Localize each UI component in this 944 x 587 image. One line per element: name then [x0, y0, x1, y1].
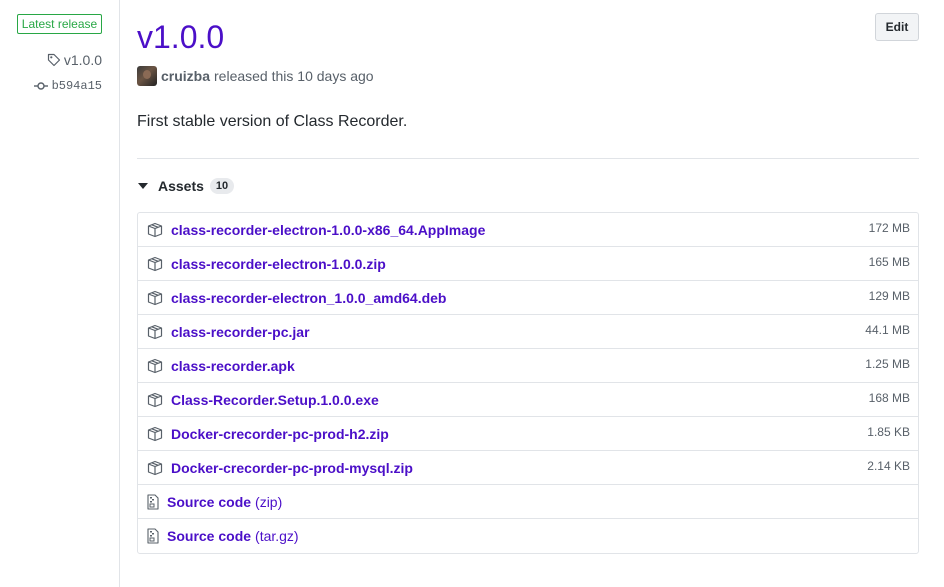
asset-row: class-recorder.apk 1.25 MB	[138, 349, 918, 383]
asset-size: 1.85 KB	[867, 424, 910, 439]
asset-download-link[interactable]: Class-Recorder.Setup.1.0.0.exe	[171, 392, 379, 408]
package-icon	[147, 222, 163, 237]
source-code-format: (tar.gz)	[255, 528, 299, 544]
release-commit-link[interactable]: b594a15	[33, 78, 102, 94]
asset-row: class-recorder-electron-1.0.0.zip 165 MB	[138, 247, 918, 281]
source-code-download-link[interactable]: Source code (zip)	[167, 494, 282, 510]
package-icon	[147, 392, 163, 407]
source-code-label: Source code	[167, 493, 252, 510]
author-link[interactable]: cruizba	[161, 68, 210, 84]
release-meta-column: Latest release v1.0.0 b594a15	[0, 0, 120, 587]
released-time-text: released this 10 days ago	[214, 68, 374, 84]
source-code-label: Source code	[167, 528, 252, 544]
package-icon	[147, 460, 163, 475]
source-code-download-link[interactable]: Source code (tar.gz)	[167, 528, 299, 544]
asset-row: class-recorder-electron-1.0.0-x86_64.App…	[138, 213, 918, 247]
tag-icon	[47, 53, 60, 67]
asset-size: 129 MB	[868, 288, 910, 303]
package-icon	[147, 358, 163, 373]
asset-size: 2.14 KB	[867, 458, 910, 473]
source-code-row: Source code (zip)	[138, 485, 918, 519]
package-icon	[147, 426, 163, 441]
asset-download-link[interactable]: Docker-crecorder-pc-prod-mysql.zip	[171, 460, 413, 476]
release-tag-link[interactable]: v1.0.0	[47, 51, 102, 69]
latest-release-badge: Latest release	[17, 14, 102, 34]
assets-list: class-recorder-electron-1.0.0-x86_64.App…	[137, 212, 919, 554]
edit-release-button[interactable]: Edit	[875, 13, 919, 41]
release-page: Latest release v1.0.0 b594a15 v1.0.0 Edi…	[0, 0, 944, 587]
source-code-format: (zip)	[255, 493, 283, 510]
asset-size: 1.25 MB	[865, 356, 910, 371]
asset-size: 168 MB	[868, 390, 910, 405]
release-tag-label: v1.0.0	[63, 52, 102, 68]
section-divider	[137, 158, 919, 159]
package-icon	[147, 256, 163, 271]
asset-row: Docker-crecorder-pc-prod-h2.zip 1.85 KB	[138, 417, 918, 451]
asset-download-link[interactable]: Docker-crecorder-pc-prod-h2.zip	[171, 426, 389, 442]
asset-download-link[interactable]: class-recorder-electron-1.0.0.zip	[171, 256, 386, 272]
release-commit-label: b594a15	[51, 79, 102, 93]
asset-download-link[interactable]: class-recorder.apk	[171, 358, 295, 374]
asset-row: class-recorder-pc.jar 44.1 MB	[138, 315, 918, 349]
release-description: First stable version of Class Recorder.	[137, 113, 408, 130]
assets-heading: Assets	[158, 178, 204, 194]
asset-row: class-recorder-electron_1.0.0_amd64.deb 1…	[138, 281, 918, 315]
release-title[interactable]: v1.0.0	[137, 18, 224, 56]
release-byline: cruizba released this 10 days ago	[137, 66, 374, 86]
asset-row: Docker-crecorder-pc-prod-mysql.zip 2.14 K…	[138, 451, 918, 485]
asset-download-link[interactable]: class-recorder-electron_1.0.0_amd64.deb	[171, 290, 446, 306]
asset-download-link[interactable]: class-recorder-pc.jar	[171, 324, 310, 340]
file-zip-icon	[147, 493, 159, 510]
git-commit-icon	[33, 82, 48, 90]
asset-size: 44.1 MB	[865, 322, 910, 337]
assets-count-badge: 10	[209, 178, 235, 194]
asset-size: 165 MB	[868, 254, 910, 269]
asset-size: 172 MB	[868, 220, 910, 235]
package-icon	[147, 290, 163, 305]
package-icon	[147, 324, 163, 339]
assets-toggle[interactable]: Assets 10	[137, 176, 235, 196]
source-code-row: Source code (tar.gz)	[138, 519, 918, 553]
triangle-down-icon	[138, 183, 148, 189]
file-zip-icon	[147, 528, 159, 544]
author-avatar[interactable]	[137, 66, 157, 86]
asset-download-link[interactable]: class-recorder-electron-1.0.0-x86_64.App…	[171, 222, 485, 238]
asset-row: Class-Recorder.Setup.1.0.0.exe 168 MB	[138, 383, 918, 417]
